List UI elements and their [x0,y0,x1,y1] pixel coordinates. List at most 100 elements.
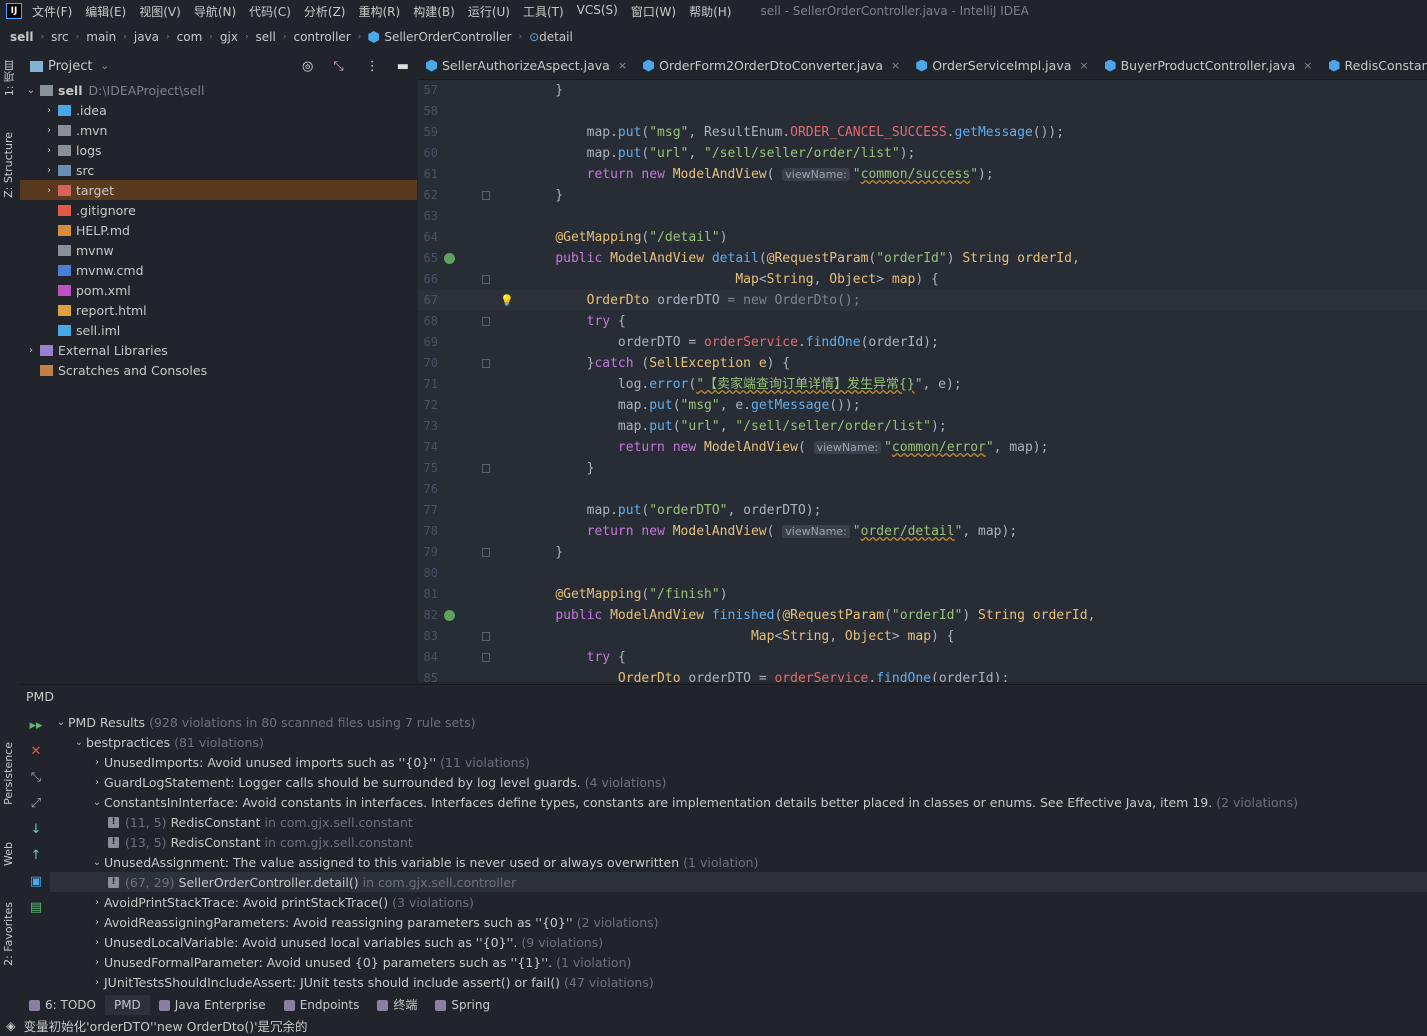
tree-item[interactable]: ⌄ sell D:\IDEAProject\sell [20,80,417,100]
fold-icon[interactable] [482,653,490,662]
chevron-right-icon[interactable]: › [42,105,56,116]
menu-item[interactable]: 导航(N) [194,3,236,20]
pmd-result-row[interactable]: › AvoidPrintStackTrace: Avoid printStackT… [50,892,1427,912]
chevron-down-icon[interactable]: ⌄ [90,857,104,868]
fold-icon[interactable] [482,548,490,557]
bottom-tab[interactable]: PMD [104,995,150,1015]
breadcrumb-item[interactable]: main › [86,30,134,44]
menu-item[interactable]: 视图(V) [139,3,181,20]
pmd-result-row[interactable]: ⌄ PMD Results (928 violations in 80 scanne… [50,712,1427,732]
chevron-right-icon[interactable]: › [42,145,56,156]
fold-icon[interactable] [482,632,490,641]
breadcrumb-item[interactable]: sell › [256,30,294,44]
breadcrumb-item[interactable]: java › [134,30,177,44]
chevron-right-icon[interactable]: › [90,897,104,908]
pmd-result-row[interactable]: › GuardLogStatement: Logger calls should … [50,772,1427,792]
menu-item[interactable]: 重构(R) [359,3,401,20]
tree-item[interactable]: › .mvn [20,120,417,140]
breadcrumb-item[interactable]: src › [51,30,86,44]
pmd-result-row[interactable]: ⌄ bestpractices (81 violations) [50,732,1427,752]
chevron-right-icon[interactable]: › [42,125,56,136]
structure-tool-tab[interactable]: Z: Structure [2,132,15,198]
next-icon[interactable]: ↓ [28,822,44,838]
chevron-right-icon[interactable]: › [90,777,104,788]
chevron-down-icon[interactable]: ⌄ [54,717,68,728]
collapse-icon[interactable]: ⤡ [28,770,44,786]
chevron-right-icon[interactable]: › [42,185,56,196]
breadcrumb-item[interactable]: ⊙ detail [529,30,573,44]
chevron-down-icon[interactable]: ⌄ [100,61,108,72]
editor-tab[interactable]: SellerAuthorizeAspect.java × [418,58,635,73]
menu-item[interactable]: 运行(U) [468,3,510,20]
pmd-result-row[interactable]: ⌄ ConstantsInInterface: Avoid constants i… [50,792,1427,812]
menu-item[interactable]: 帮助(H) [689,3,731,20]
lightbulb-icon[interactable]: 💡 [500,290,514,311]
spring-endpoint-icon[interactable] [444,253,455,264]
bottom-tab[interactable]: 终端 [368,995,426,1015]
tree-item[interactable]: mvnw.cmd [20,260,417,280]
pmd-result-row[interactable]: › UnusedFormalParameter: Avoid unused {0}… [50,952,1427,972]
web-tool-tab[interactable]: Web [2,842,15,866]
close-tab-icon[interactable]: × [618,59,627,72]
chevron-down-icon[interactable]: ⌄ [72,737,86,748]
breadcrumb-item[interactable]: controller › [293,30,368,44]
menu-item[interactable]: 文件(F) [32,3,72,20]
bottom-tab[interactable]: Spring [426,995,499,1015]
bottom-tab[interactable]: 6: TODO [20,995,105,1015]
spring-endpoint-icon[interactable] [444,610,455,621]
menu-item[interactable]: VCS(S) [577,3,618,20]
menu-item[interactable]: 工具(T) [523,3,564,20]
breadcrumb-item[interactable]: sell › [10,30,51,44]
pmd-result-row[interactable]: ⌄ UnusedAssignment: The value assigned to… [50,852,1427,872]
menu-item[interactable]: 编辑(E) [85,3,126,20]
pmd-result-row[interactable]: ! (13, 5) RedisConstant in com.gjx.sell.con… [50,832,1427,852]
fold-icon[interactable] [482,191,490,200]
more-options-icon[interactable]: ⋮ [366,59,379,74]
console-icon[interactable]: ▣ [28,874,44,890]
menu-item[interactable]: 代码(C) [249,3,291,20]
tree-item[interactable]: HELP.md [20,220,417,240]
fold-icon[interactable] [482,275,490,284]
breadcrumb-item[interactable]: gjx › [220,30,256,44]
menu-item[interactable]: 分析(Z) [304,3,346,20]
close-tab-icon[interactable]: × [1079,59,1088,72]
tree-item[interactable]: › target [20,180,417,200]
run-icon[interactable]: ▸▸ [28,718,44,734]
chevron-right-icon[interactable]: › [90,917,104,928]
chevron-right-icon[interactable]: › [90,937,104,948]
tree-item[interactable]: › .idea [20,100,417,120]
bottom-tab[interactable]: Java Enterprise [150,995,275,1015]
breadcrumb-item[interactable]: SellerOrderController › [368,30,529,44]
tree-item[interactable]: › logs [20,140,417,160]
tree-item[interactable]: sell.iml [20,320,417,340]
persistence-tool-tab[interactable]: Persistence [2,742,15,805]
menu-item[interactable]: 窗口(W) [631,3,676,20]
editor-tab[interactable]: OrderForm2OrderDtoConverter.java × [635,58,908,73]
chevron-down-icon[interactable]: ⌄ [90,797,104,808]
code-editor[interactable]: 57 } 58 59 map.put("msg", ResultEnum.ORDER… [418,80,1427,682]
close-tab-icon[interactable]: × [1303,59,1312,72]
collapse-all-icon[interactable]: ⤡ [333,59,343,74]
tree-item[interactable]: .gitignore [20,200,417,220]
expand-icon[interactable]: ⤢ [28,796,44,812]
favorites-tool-tab[interactable]: 2: Favorites [2,902,15,966]
project-view-selector[interactable]: Project [48,59,92,74]
pmd-result-row[interactable]: ! (11, 5) RedisConstant in com.gjx.sell.con… [50,812,1427,832]
pmd-result-row[interactable]: ! (67, 29) SellerOrderController.detail() i… [50,872,1427,892]
fold-icon[interactable] [482,317,490,326]
chevron-right-icon[interactable]: › [90,957,104,968]
hide-panel-icon[interactable]: ▬ [397,59,409,74]
pmd-result-row[interactable]: › UnusedLocalVariable: Avoid unused local… [50,932,1427,952]
editor-tab[interactable]: RedisConstant.java× [1321,58,1427,73]
fold-icon[interactable] [482,359,490,368]
close-icon[interactable]: ✕ [28,744,44,760]
tree-item[interactable]: › External Libraries [20,340,417,360]
tree-item[interactable]: › src [20,160,417,180]
chevron-right-icon[interactable]: › [90,977,104,988]
pmd-result-row[interactable]: › AvoidReassigningParameters: Avoid reass… [50,912,1427,932]
breadcrumb-item[interactable]: com › [177,30,220,44]
menu-item[interactable]: 构建(B) [413,3,455,20]
chevron-right-icon[interactable]: › [90,757,104,768]
tree-item[interactable]: pom.xml [20,280,417,300]
tree-item[interactable]: report.html [20,300,417,320]
